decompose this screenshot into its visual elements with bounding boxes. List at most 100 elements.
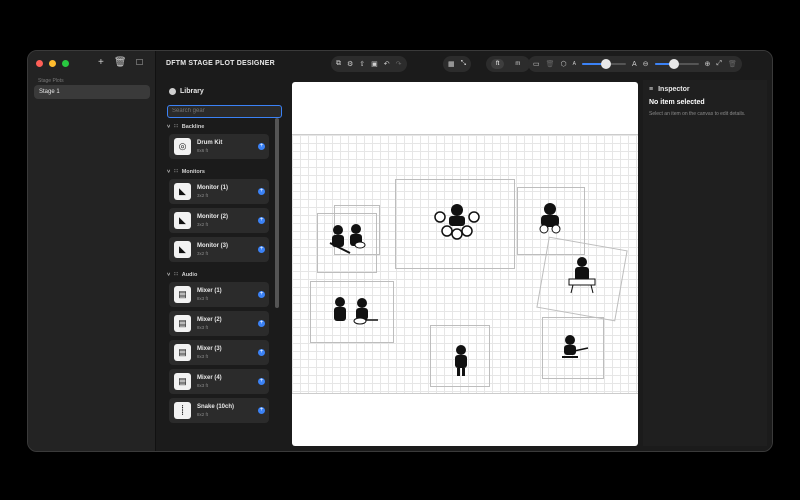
trash-icon[interactable]: 🗑 (728, 60, 737, 68)
library-item[interactable]: ◎ Drum Kit 8x6 ft + (169, 133, 269, 159)
grid-toolbar-group: ▦ ⤡ (443, 56, 472, 72)
add-item-button[interactable]: + (258, 377, 265, 385)
library-title: Library (180, 88, 204, 95)
chevron-down-icon[interactable]: ˅ (167, 124, 170, 130)
add-item-button[interactable]: + (258, 187, 265, 195)
close-window-button[interactable] (36, 60, 43, 67)
inspector-empty-hint: Select an item on the canvas to edit det… (649, 111, 746, 117)
delete-icon[interactable]: 🗑 (546, 60, 555, 68)
stage-grid[interactable] (292, 134, 638, 394)
text-size-slider[interactable] (581, 59, 626, 69)
chevron-down-icon[interactable]: ˅ (167, 272, 170, 278)
library-item[interactable]: ▤ Mixer (2) 8x3 ft + (169, 310, 269, 336)
library-header: Library (163, 84, 287, 99)
library-item-size: 8x3 ft (197, 324, 209, 330)
library-item-size: 8x3 ft (197, 295, 209, 301)
sidebar: + 🗑 □ Stage Plots Stage 1 (28, 51, 156, 451)
snap-icon[interactable]: ⤡ (461, 60, 467, 68)
library-item[interactable]: ▤ Mixer (1) 8x3 ft + (169, 281, 269, 307)
library-item-name: Monitor (1) (197, 184, 228, 191)
snake-icon: ⸽ (174, 401, 191, 419)
library-item[interactable]: ◣ Monitor (3) 3x2 ft + (169, 236, 269, 262)
library-item-size: 8x3 ft (197, 353, 209, 359)
zoom-slider-knob[interactable] (669, 59, 680, 69)
zoom-slider[interactable] (654, 59, 699, 69)
zoom-in-icon: ⊕ (704, 61, 711, 68)
grid-icon[interactable]: ▦ (448, 60, 455, 68)
duo-musicians-figure[interactable] (330, 295, 380, 329)
category-icon: ∷ (174, 123, 178, 130)
list-icon: ≡ (649, 86, 654, 93)
sidebar-toolbar: + 🗑 □ (98, 57, 143, 68)
library-item[interactable]: ▤ Mixer (3) 8x3 ft + (169, 339, 269, 365)
text-size-small-icon: A (572, 61, 576, 67)
mixer-icon: ▤ (174, 285, 191, 303)
library-item[interactable]: ⸽ Snake (10ch) 8x2 ft + (169, 397, 269, 423)
chevron-down-icon[interactable]: ˅ (167, 169, 170, 175)
trash-icon[interactable]: 🗑 (114, 57, 127, 68)
sidebar-item-stage-1[interactable]: Stage 1 (34, 85, 150, 99)
library-item-name: Mixer (1) (197, 287, 222, 294)
plus-icon[interactable]: + (98, 57, 104, 68)
drum-kit-icon: ◎ (174, 137, 191, 155)
text-size-large-icon: A (631, 60, 637, 68)
keyboard-player-figure[interactable] (568, 255, 596, 295)
library-scrollbar[interactable] (275, 118, 279, 308)
monitor-wedge-icon: ◣ (174, 240, 191, 258)
seated-keyboard-figure[interactable] (560, 333, 590, 363)
inspector-panel: ≡ Inspector No item selected Select an i… (643, 80, 767, 446)
library-item-name: Mixer (4) (197, 374, 222, 381)
unit-toggle: ft m (486, 56, 531, 72)
drum-kit-figure[interactable] (432, 203, 482, 243)
add-item-button[interactable]: + (258, 319, 265, 327)
fit-to-screen-icon[interactable]: ⤢ (716, 60, 722, 68)
add-item-button[interactable]: + (258, 406, 265, 414)
library-item[interactable]: ◣ Monitor (1) 3x2 ft + (169, 178, 269, 204)
add-item-button[interactable]: + (258, 245, 265, 253)
sidebar-toggle-icon[interactable]: □ (137, 57, 143, 68)
mixer-icon: ▤ (174, 343, 191, 361)
gear-icon[interactable]: ⚙ (347, 60, 353, 68)
undo-icon[interactable]: ↶ (384, 60, 390, 68)
unit-ft-button[interactable]: ft (491, 59, 505, 69)
text-size-slider-knob[interactable] (601, 59, 612, 69)
label-tag-icon[interactable]: ⬡ (561, 60, 567, 68)
library-item-size: 3x2 ft (197, 250, 209, 256)
monitor-wedge-icon: ◣ (174, 182, 191, 200)
musician-figure[interactable] (538, 201, 562, 235)
sidebar-section-label: Stage Plots (38, 78, 64, 84)
add-item-button[interactable]: + (258, 348, 265, 356)
library-category-backline[interactable]: ˅ ∷ Backline (163, 118, 287, 134)
inspector-header: ≡ Inspector (643, 80, 767, 97)
inspector-title: Inspector (658, 86, 690, 93)
add-item-button[interactable]: + (258, 142, 265, 150)
library-item[interactable]: ▤ Mixer (4) 8x3 ft + (169, 368, 269, 394)
category-icon: ∷ (174, 271, 178, 278)
library-item-size: 8x2 ft (197, 411, 209, 417)
category-label: Audio (181, 271, 198, 278)
minimize-window-button[interactable] (49, 60, 56, 67)
app-title: DFTM STAGE PLOT DESIGNER (166, 60, 275, 67)
library-list: ˅ ∷ Backline ◎ Drum Kit 8x6 ft + ˅ ∷ Monitors ◣ Mon… (163, 118, 287, 423)
duplicate-icon[interactable]: ⧉ (336, 60, 341, 68)
zoom-out-icon: ⊖ (642, 61, 649, 68)
library-item[interactable]: ◣ Monitor (2) 3x2 ft + (169, 207, 269, 233)
library-category-audio[interactable]: ˅ ∷ Audio (163, 266, 287, 282)
add-item-button[interactable]: + (258, 290, 265, 298)
unit-m-button[interactable]: m (510, 59, 525, 69)
library-item-size: 3x2 ft (197, 221, 209, 227)
add-item-button[interactable]: + (258, 216, 265, 224)
search-input[interactable] (167, 104, 282, 118)
share-icon[interactable]: ⇧ (359, 60, 365, 68)
zoom-window-button[interactable] (62, 60, 69, 67)
save-icon[interactable]: ▣ (371, 60, 378, 68)
stage-canvas[interactable] (292, 82, 638, 446)
guitarist-figure[interactable] (328, 223, 368, 257)
library-category-monitors[interactable]: ˅ ∷ Monitors (163, 163, 287, 179)
library-item-name: Mixer (3) (197, 345, 222, 352)
library-panel: Library ˅∷Backline◎Drum Kit8x6 ft+˅∷Moni… (163, 84, 287, 450)
redo-icon[interactable]: ↷ (396, 60, 402, 68)
ruler-icon[interactable]: ▭ (533, 60, 540, 68)
vocalist-figure[interactable] (450, 343, 472, 377)
library-item-name: Drum Kit (197, 139, 223, 146)
